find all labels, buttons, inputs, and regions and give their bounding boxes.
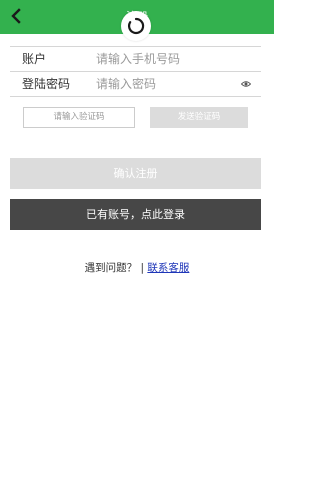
go-login-button[interactable]: 已有账号，点此登录	[10, 199, 261, 230]
send-code-button[interactable]: 发送验证码	[150, 107, 248, 128]
account-row: 账户 请输入手机号码	[10, 46, 261, 72]
contact-support-link[interactable]: 联系客服	[147, 262, 189, 274]
eye-icon[interactable]	[241, 80, 251, 88]
password-row: 登陆密码 请输入密码	[10, 72, 261, 97]
confirm-register-button[interactable]: 确认注册	[10, 158, 261, 189]
phone-input[interactable]: 请输入手机号码	[96, 47, 236, 71]
account-label: 账户	[22, 52, 47, 66]
help-row: 遇到问题？ | 联系客服	[0, 260, 274, 275]
help-separator: |	[140, 262, 145, 274]
password-label: 登陆密码	[22, 77, 71, 91]
register-form: 账户 请输入手机号码 登陆密码 请输入密码	[10, 46, 261, 97]
verification-code-input[interactable]: 请输入验证码	[23, 107, 135, 128]
help-question: 遇到问题？	[84, 262, 138, 274]
loading-indicator	[121, 11, 151, 41]
spinner-icon	[127, 17, 145, 35]
password-input[interactable]: 请输入密码	[96, 72, 236, 96]
